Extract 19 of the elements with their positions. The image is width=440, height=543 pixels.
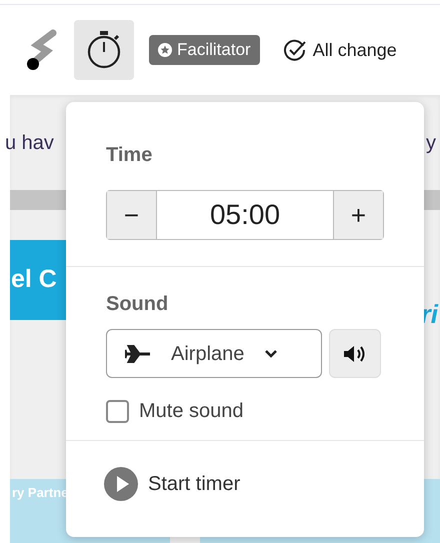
sound-select[interactable]: Airplane: [106, 329, 322, 378]
banner-text: y: [426, 130, 436, 156]
preview-sound-button[interactable]: [329, 329, 381, 378]
card-title: el C: [10, 240, 66, 320]
banner-text: u hav: [5, 130, 54, 156]
star-icon: [158, 43, 172, 57]
chevron-down-icon: [264, 348, 278, 358]
check-circle-icon: [282, 38, 307, 62]
mute-checkbox[interactable]: [106, 400, 129, 422]
time-label: Time: [106, 143, 154, 168]
play-icon: [104, 467, 138, 501]
stopwatch-icon: [85, 30, 123, 70]
save-status: All change: [312, 38, 397, 62]
timer-button[interactable]: [74, 20, 134, 80]
cable-icon[interactable]: [25, 29, 57, 71]
mute-label: Mute sound: [139, 399, 244, 424]
airplane-icon: [125, 344, 151, 362]
sound-label: Sound: [106, 292, 170, 317]
facilitator-badge: Facilitator: [149, 35, 260, 65]
